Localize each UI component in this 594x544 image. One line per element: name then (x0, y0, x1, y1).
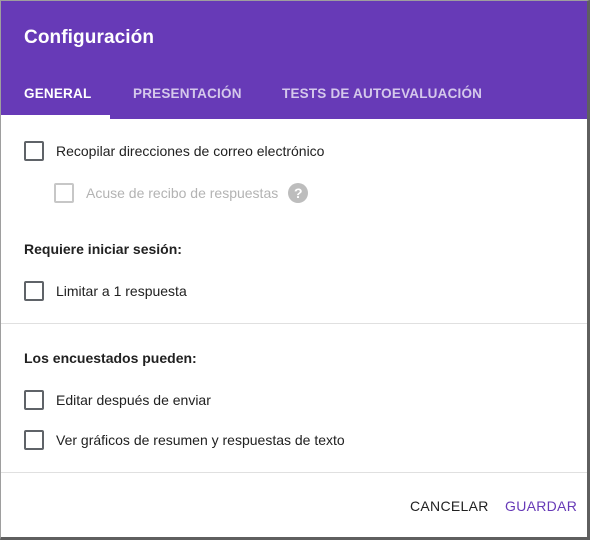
edit-after-submit-label: Editar después de enviar (56, 392, 211, 408)
tab-general[interactable]: GENERAL (24, 75, 91, 119)
tab-presentation[interactable]: PRESENTACIÓN (133, 75, 242, 119)
edit-after-submit-checkbox[interactable] (24, 390, 44, 410)
limit-one-response-checkbox[interactable] (24, 281, 44, 301)
collect-emails-label: Recopilar direcciones de correo electrón… (56, 143, 325, 159)
dialog-title: Configuración (24, 27, 155, 48)
tab-bar: GENERAL PRESENTACIÓN TESTS DE AUTOEVALUA… (1, 75, 587, 119)
footer-divider (1, 472, 587, 473)
response-receipts-label: Acuse de recibo de respuestas (86, 185, 279, 201)
settings-dialog: Configuración GENERAL PRESENTACIÓN TESTS… (0, 0, 590, 540)
sign-in-heading: Requiere iniciar sesión: (24, 241, 182, 257)
cancel-button[interactable]: CANCELAR (410, 498, 489, 514)
help-icon[interactable]: ? (288, 183, 309, 203)
see-summary-checkbox[interactable] (24, 430, 44, 450)
response-receipts-checkbox (54, 183, 74, 203)
active-tab-indicator (1, 115, 110, 119)
section-divider (1, 323, 587, 324)
collect-emails-row[interactable]: Recopilar direcciones de correo electrón… (24, 140, 324, 162)
response-receipts-row: Acuse de recibo de respuestas ? (54, 182, 309, 204)
edit-after-submit-row[interactable]: Editar después de enviar (24, 389, 211, 411)
dialog-header: Configuración GENERAL PRESENTACIÓN TESTS… (1, 1, 587, 119)
save-button[interactable]: GUARDAR (505, 498, 577, 514)
see-summary-row[interactable]: Ver gráficos de resumen y respuestas de … (24, 429, 345, 451)
collect-emails-checkbox[interactable] (24, 141, 44, 161)
respondents-heading: Los encuestados pueden: (24, 350, 197, 366)
limit-one-row[interactable]: Limitar a 1 respuesta (24, 280, 187, 302)
limit-one-response-label: Limitar a 1 respuesta (56, 283, 187, 299)
tab-self-assessment[interactable]: TESTS DE AUTOEVALUACIÓN (282, 75, 482, 119)
see-summary-label: Ver gráficos de resumen y respuestas de … (56, 432, 345, 448)
